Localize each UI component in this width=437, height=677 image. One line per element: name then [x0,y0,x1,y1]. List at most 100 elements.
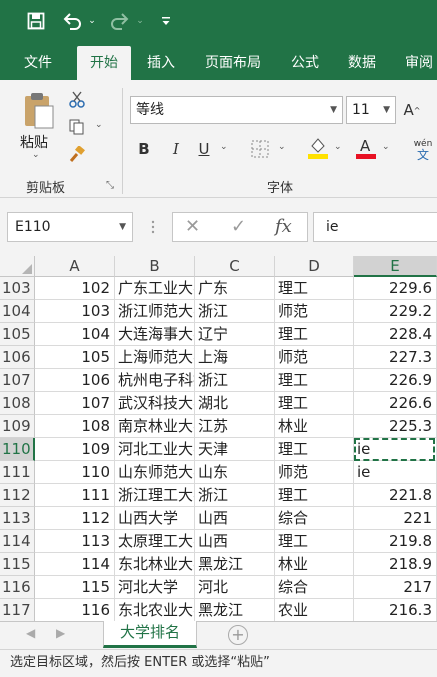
column-header-a[interactable]: A [35,256,115,277]
cell-d[interactable]: 林业 [275,415,354,438]
cut-icon[interactable] [66,88,88,110]
cell-e[interactable]: 229.6 [354,277,437,300]
cell-c[interactable]: 浙江 [195,300,275,323]
cell-b[interactable]: 河北工业大学 [115,438,195,461]
cell-b[interactable]: 山东师范大学 [115,461,195,484]
cell-c[interactable]: 黑龙江 [195,553,275,576]
cell-d[interactable]: 师范 [275,300,354,323]
redo-dropdown-icon[interactable]: ⌄ [134,9,146,33]
cell-d[interactable]: 师范 [275,346,354,369]
underline-dropdown-icon[interactable]: ⌄ [220,142,228,152]
cell-b[interactable]: 南京林业大学 [115,415,195,438]
customize-icon[interactable] [158,9,174,33]
cell-b[interactable]: 大连海事大学 [115,323,195,346]
row-header[interactable]: 117 [0,599,35,621]
bold-button[interactable]: B [134,138,154,160]
row-header[interactable]: 105 [0,323,35,346]
sheet-tab-active[interactable]: 大学排名 [103,621,197,648]
enter-icon[interactable]: ✓ [231,213,246,241]
redo-icon[interactable] [108,9,132,33]
tab-data[interactable]: 数据 [337,46,387,80]
row-header[interactable]: 115 [0,553,35,576]
cell-e[interactable]: 221.8 [354,484,437,507]
paste-icon[interactable] [18,88,58,132]
cell-d[interactable]: 理工 [275,323,354,346]
cell-e[interactable]: ie [354,461,437,484]
cell-b[interactable]: 东北林业大学 [115,553,195,576]
cell-e[interactable]: 221 [354,507,437,530]
font-color-dropdown-icon[interactable]: ⌄ [382,142,390,152]
borders-icon[interactable] [248,137,272,161]
cell-a[interactable]: 112 [35,507,115,530]
cell-d[interactable]: 理工 [275,530,354,553]
grow-font-button[interactable]: A ^ [402,98,422,122]
save-icon[interactable] [24,9,48,33]
cell-d[interactable]: 综合 [275,576,354,599]
cell-a[interactable]: 111 [35,484,115,507]
cell-e[interactable]: 216.3 [354,599,437,621]
cell-c[interactable]: 辽宁 [195,323,275,346]
paste-button[interactable]: 粘贴 [20,132,48,152]
cell-b[interactable]: 杭州电子科技大学 [115,369,195,392]
cell-b[interactable]: 东北农业大学 [115,599,195,621]
cell-d[interactable]: 林业 [275,553,354,576]
cell-c[interactable]: 江苏 [195,415,275,438]
next-sheet-icon[interactable]: ▶ [56,626,65,640]
cell-a[interactable]: 114 [35,553,115,576]
cell-d[interactable]: 师范 [275,461,354,484]
fill-color-icon[interactable] [306,135,330,161]
column-header-d[interactable]: D [275,256,354,277]
insert-function-icon[interactable]: fx [275,213,292,241]
cell-c[interactable]: 山东 [195,461,275,484]
tab-file[interactable]: 文件 [10,46,66,80]
cell-c[interactable]: 黑龙江 [195,599,275,621]
plus-circle-icon[interactable]: + [228,625,248,645]
row-header[interactable]: 108 [0,392,35,415]
cell-e[interactable]: 226.9 [354,369,437,392]
cell-c[interactable]: 河北 [195,576,275,599]
row-header[interactable]: 106 [0,346,35,369]
tab-insert[interactable]: 插入 [135,46,187,80]
font-name-combo[interactable]: 等线 ▼ [130,96,343,124]
column-header-c[interactable]: C [195,256,275,277]
clipboard-launcher-icon[interactable]: ⤡ [106,180,114,191]
cell-a[interactable]: 102 [35,277,115,300]
cell-a[interactable]: 107 [35,392,115,415]
cell-a[interactable]: 110 [35,461,115,484]
cell-b[interactable]: 浙江师范大学 [115,300,195,323]
cell-a[interactable]: 108 [35,415,115,438]
column-header-b[interactable]: B [115,256,195,277]
cell-d[interactable]: 农业 [275,599,354,621]
cell-c[interactable]: 湖北 [195,392,275,415]
row-header[interactable]: 104 [0,300,35,323]
cell-b[interactable]: 太原理工大学 [115,530,195,553]
font-name-dropdown-icon[interactable]: ▼ [330,97,337,123]
font-size-combo[interactable]: 11 ▼ [346,96,396,124]
cell-d[interactable]: 理工 [275,392,354,415]
tab-page-layout[interactable]: 页面布局 [194,46,272,80]
phonetic-guide-button[interactable]: wén 文 [410,136,436,164]
undo-icon[interactable] [60,9,84,33]
formula-input[interactable]: ie [313,212,437,242]
worksheet-grid[interactable]: A B C D E 103102广东工业大学广东理工229.6104103浙江师… [0,256,437,621]
cell-d[interactable]: 理工 [275,369,354,392]
cell-e[interactable]: 227.3 [354,346,437,369]
cell-c[interactable]: 山西 [195,530,275,553]
format-painter-icon[interactable] [66,144,88,166]
prev-sheet-icon[interactable]: ◀ [26,626,35,640]
name-box-dropdown-icon[interactable]: ▼ [119,213,126,241]
cell-a[interactable]: 109 [35,438,115,461]
cell-c[interactable]: 浙江 [195,369,275,392]
cell-c[interactable]: 浙江 [195,484,275,507]
tab-home[interactable]: 开始 [77,46,131,80]
cell-a[interactable]: 103 [35,300,115,323]
cell-a[interactable]: 106 [35,369,115,392]
cell-b[interactable]: 武汉科技大学 [115,392,195,415]
select-all-corner[interactable] [0,256,35,277]
row-header[interactable]: 114 [0,530,35,553]
row-header[interactable]: 111 [0,461,35,484]
tab-formulas[interactable]: 公式 [280,46,330,80]
fill-color-dropdown-icon[interactable]: ⌄ [334,142,342,152]
row-header[interactable]: 109 [0,415,35,438]
cancel-icon[interactable]: ✕ [185,213,200,241]
